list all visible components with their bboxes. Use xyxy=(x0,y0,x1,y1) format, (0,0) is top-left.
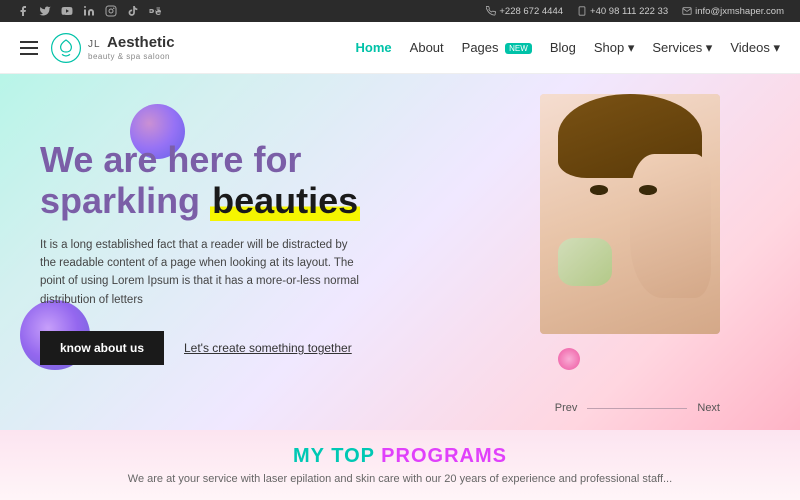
nav-pages[interactable]: Pages NEW xyxy=(462,40,532,55)
blob-small-pink xyxy=(558,348,580,370)
hero-content: We are here for sparkling beauties It is… xyxy=(0,109,400,395)
new-badge: NEW xyxy=(505,43,532,54)
nav-home[interactable]: Home xyxy=(356,40,392,55)
hero-title-sparkling: sparkling xyxy=(40,180,200,221)
logo-jl: JL Aesthetic xyxy=(88,34,175,52)
facebook-icon[interactable] xyxy=(16,4,30,18)
my-top-text: MY TOP xyxy=(293,445,381,467)
logo-icon xyxy=(50,32,82,64)
tiktok-icon[interactable] xyxy=(126,4,140,18)
nav-line xyxy=(587,408,687,409)
programs-section: MY TOP PROGRAMS We are at your service w… xyxy=(0,430,800,500)
nav-videos[interactable]: Videos ▾ xyxy=(730,40,780,56)
twitter-icon[interactable] xyxy=(38,4,52,18)
programs-text: PROGRAMS xyxy=(381,445,507,467)
hero-title-line2: sparkling beauties xyxy=(40,180,360,221)
hero-section: We are here for sparkling beauties It is… xyxy=(0,74,800,430)
logo-subtitle: beauty & spa saloon xyxy=(88,52,175,61)
hero-title-beauties: beauties xyxy=(210,180,360,221)
phone1: +228 672 4444 xyxy=(486,6,563,17)
programs-title: MY TOP PROGRAMS xyxy=(293,445,507,468)
nav-about[interactable]: About xyxy=(410,40,444,55)
email: info@jxmshaper.com xyxy=(682,6,784,17)
know-about-us-button[interactable]: know about us xyxy=(40,331,164,365)
prev-button[interactable]: Prev xyxy=(555,402,578,414)
hero-navigation: Prev Next xyxy=(555,402,720,414)
instagram-icon[interactable] xyxy=(104,4,118,18)
hero-image xyxy=(540,94,720,334)
social-icons xyxy=(16,4,162,18)
top-bar: +228 672 4444 +40 98 111 222 33 info@jxm… xyxy=(0,0,800,22)
hero-photo xyxy=(540,94,720,334)
contact-info: +228 672 4444 +40 98 111 222 33 info@jxm… xyxy=(486,6,784,17)
logo: JL Aesthetic beauty & spa saloon xyxy=(50,32,175,64)
nav-links: Home About Pages NEW Blog Shop ▾ Service… xyxy=(356,40,780,56)
navbar: JL Aesthetic beauty & spa saloon Home Ab… xyxy=(0,22,800,74)
nav-services[interactable]: Services ▾ xyxy=(652,40,712,56)
linkedin-icon[interactable] xyxy=(82,4,96,18)
hamburger-menu[interactable] xyxy=(20,41,38,55)
create-together-button[interactable]: Let's create something together xyxy=(184,341,352,355)
nav-shop[interactable]: Shop ▾ xyxy=(594,40,635,56)
nav-blog[interactable]: Blog xyxy=(550,40,576,55)
programs-description: We are at your service with laser epilat… xyxy=(128,473,672,485)
hero-title-line1: We are here for xyxy=(40,139,360,180)
behance-icon[interactable] xyxy=(148,4,162,18)
nav-left: JL Aesthetic beauty & spa saloon xyxy=(20,32,175,64)
hero-description: It is a long established fact that a rea… xyxy=(40,236,360,310)
hero-buttons: know about us Let's create something tog… xyxy=(40,331,360,365)
youtube-icon[interactable] xyxy=(60,4,74,18)
phone2: +40 98 111 222 33 xyxy=(577,6,668,17)
logo-text: JL Aesthetic beauty & spa saloon xyxy=(88,34,175,61)
next-button[interactable]: Next xyxy=(697,402,720,414)
